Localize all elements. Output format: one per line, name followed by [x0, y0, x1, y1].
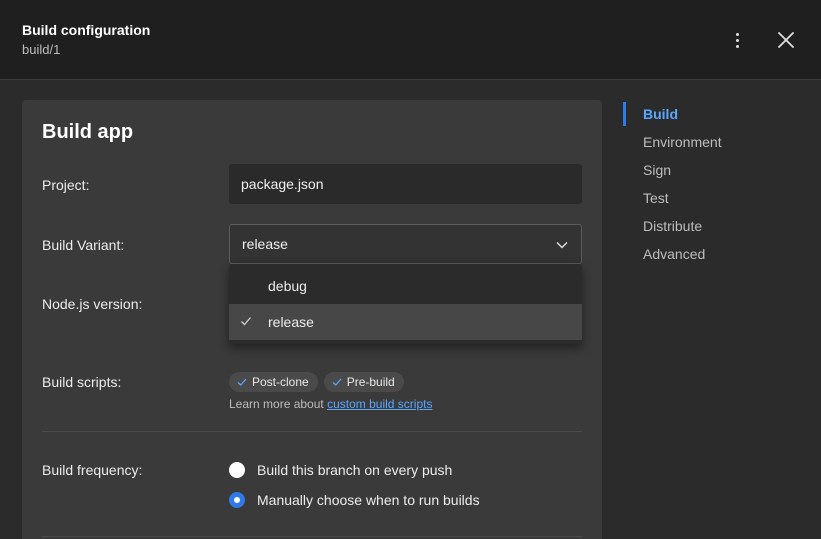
chip-label: Post-clone: [252, 375, 309, 389]
check-icon: [332, 378, 342, 386]
chip-post-clone[interactable]: Post-clone: [229, 372, 318, 392]
dropdown-option-release[interactable]: release: [229, 304, 582, 340]
option-label: debug: [268, 278, 307, 294]
option-label: release: [268, 314, 314, 330]
nav-item-build[interactable]: Build: [623, 100, 722, 128]
nav-item-distribute[interactable]: Distribute: [623, 212, 722, 240]
build-scripts-label: Build scripts:: [42, 374, 122, 390]
project-field[interactable]: package.json: [229, 164, 582, 204]
dialog-header: Build configuration build/1: [0, 0, 821, 80]
chevron-down-icon: [556, 241, 568, 249]
radio-label: Build this branch on every push: [257, 462, 453, 478]
radio-label: Manually choose when to run builds: [257, 492, 480, 508]
build-app-panel: Build app Project: package.json Build Va…: [22, 100, 602, 539]
dropdown-option-debug[interactable]: debug: [229, 268, 582, 304]
project-value: package.json: [241, 176, 324, 192]
build-scripts-chips: Post-clone Pre-build: [229, 372, 404, 392]
check-icon: [237, 378, 247, 386]
custom-build-scripts-link[interactable]: custom build scripts: [327, 397, 432, 411]
radio-button-selected[interactable]: [229, 492, 245, 508]
more-options-icon[interactable]: [726, 28, 748, 52]
radio-manual-builds[interactable]: Manually choose when to run builds: [229, 492, 480, 508]
radio-button[interactable]: [229, 462, 245, 478]
chip-label: Pre-build: [346, 375, 395, 389]
radio-every-push[interactable]: Build this branch on every push: [229, 462, 452, 478]
learn-more-prefix: Learn more about: [229, 397, 324, 411]
panel-title: Build app: [42, 121, 134, 143]
project-label: Project:: [42, 177, 90, 193]
learn-more-text: Learn more about custom build scripts: [229, 397, 432, 411]
chip-pre-build[interactable]: Pre-build: [323, 372, 404, 392]
nav-item-advanced[interactable]: Advanced: [623, 240, 722, 268]
nav-item-sign[interactable]: Sign: [623, 156, 722, 184]
build-variant-select[interactable]: release: [229, 224, 582, 264]
section-divider: [42, 431, 582, 432]
dialog-subtitle: build/1: [22, 42, 61, 57]
close-icon[interactable]: [774, 28, 798, 52]
dialog-title: Build configuration: [22, 22, 151, 38]
build-variant-label: Build Variant:: [42, 237, 125, 253]
nav-item-test[interactable]: Test: [623, 184, 722, 212]
section-divider: [42, 536, 582, 537]
nav-item-environment[interactable]: Environment: [623, 128, 722, 156]
nodejs-version-label: Node.js version:: [42, 296, 143, 312]
check-icon: [241, 317, 251, 326]
build-variant-value: release: [242, 236, 288, 252]
build-frequency-label: Build frequency:: [42, 462, 143, 478]
build-variant-dropdown: debug release: [229, 264, 582, 344]
section-nav: Build Environment Sign Test Distribute A…: [623, 100, 722, 268]
